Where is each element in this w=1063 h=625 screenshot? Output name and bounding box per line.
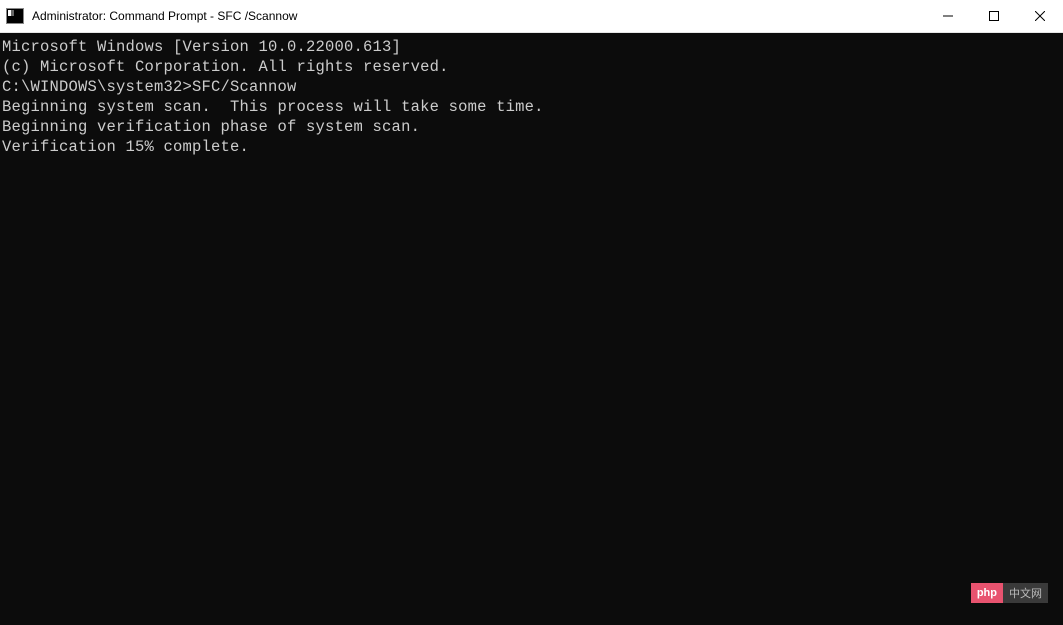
terminal-prompt-line: C:\WINDOWS\system32>SFC/Scannow (2, 77, 1061, 97)
cmd-icon (6, 8, 24, 24)
watermark-left: php (971, 583, 1003, 603)
window-title: Administrator: Command Prompt - SFC /Sca… (32, 9, 925, 23)
terminal-line: (c) Microsoft Corporation. All rights re… (2, 57, 1061, 77)
watermark-right: 中文网 (1003, 583, 1048, 603)
terminal-line: Beginning system scan. This process will… (2, 97, 1061, 117)
watermark-right-text: 中文网 (1009, 585, 1042, 601)
close-button[interactable] (1017, 0, 1063, 32)
terminal-line: Verification 15% complete. (2, 137, 1061, 157)
watermark-badge: php 中文网 (971, 583, 1048, 603)
terminal-line: Microsoft Windows [Version 10.0.22000.61… (2, 37, 1061, 57)
minimize-button[interactable] (925, 0, 971, 32)
terminal-area[interactable]: Microsoft Windows [Version 10.0.22000.61… (0, 33, 1063, 625)
titlebar[interactable]: Administrator: Command Prompt - SFC /Sca… (0, 0, 1063, 33)
maximize-button[interactable] (971, 0, 1017, 32)
terminal-line: Beginning verification phase of system s… (2, 117, 1061, 137)
window-controls (925, 0, 1063, 32)
